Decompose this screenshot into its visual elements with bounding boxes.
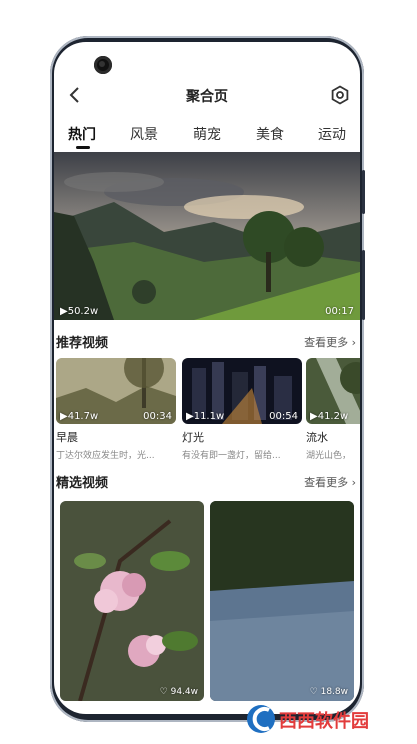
video-thumbnail: ▶11.1w 00:54 <box>182 358 302 424</box>
cherry-blossom-image <box>60 501 204 701</box>
play-icon: ▶ <box>60 411 68 422</box>
section-title: 精选视频 <box>56 476 109 491</box>
page-title: 聚合页 <box>186 89 228 105</box>
front-camera <box>94 56 112 74</box>
recommended-list: ▶41.7w 00:34 早晨 丁达尔效应发生时，光... ▶11.1w 00:… <box>56 358 360 461</box>
video-card[interactable]: ▶11.1w 00:54 灯光 有没有即一盏灯，留给... <box>182 358 302 461</box>
tab-sports[interactable]: 运动 <box>318 124 346 144</box>
tab-hot[interactable]: 热门 <box>68 124 96 144</box>
active-tab-indicator <box>76 146 90 149</box>
section-title: 推荐视频 <box>56 336 109 351</box>
svg-text:西西软件园: 西西软件园 <box>279 710 369 732</box>
play-icon: ▶ <box>60 306 68 317</box>
category-tabs: 热门 风景 萌宠 美食 运动 <box>54 124 360 152</box>
heart-icon: ♡ <box>159 687 168 697</box>
chevron-right-icon: › <box>351 336 356 349</box>
play-icon: ▶ <box>310 411 318 422</box>
card-description: 湖光山色， <box>306 451 352 461</box>
play-icon: ▶ <box>186 411 194 422</box>
app-header: 聚合页 <box>54 82 360 112</box>
tab-food[interactable]: 美食 <box>256 124 284 144</box>
tab-scenery[interactable]: 风景 <box>130 124 158 144</box>
hero-views: ▶50.2w <box>60 306 99 317</box>
card-title: 早晨 <box>56 431 78 444</box>
tab-pets[interactable]: 萌宠 <box>193 124 221 144</box>
likes-count: ♡ 94.4w <box>159 687 198 697</box>
video-card[interactable]: ▶41.2w 流水 湖光山色， <box>306 358 360 461</box>
see-more-link[interactable]: 查看更多 › <box>304 334 356 350</box>
volume-button <box>362 170 365 214</box>
see-more-link[interactable]: 查看更多 › <box>304 474 356 490</box>
video-card[interactable]: ▶41.7w 00:34 早晨 丁达尔效应发生时，光... <box>56 358 176 461</box>
card-description: 丁达尔效应发生时，光... <box>56 451 155 461</box>
video-thumbnail: ▶41.2w <box>306 358 360 424</box>
featured-section-header: 精选视频 查看更多 › <box>54 472 360 492</box>
heart-icon: ♡ <box>309 687 318 697</box>
video-thumbnail: ▶41.7w 00:34 <box>56 358 176 424</box>
featured-video-card[interactable]: ♡ 18.8w <box>210 501 354 701</box>
hero-landscape-image <box>54 152 360 320</box>
hero-video[interactable]: ▶50.2w 00:17 <box>54 152 360 320</box>
card-title: 流水 <box>306 431 328 444</box>
recommended-section-header: 推荐视频 查看更多 › <box>54 332 360 352</box>
featured-video-card[interactable]: ♡ 94.4w <box>60 501 204 701</box>
chevron-right-icon: › <box>351 476 356 489</box>
power-button <box>362 250 365 320</box>
card-description: 有没有即一盏灯，留给... <box>182 451 281 461</box>
lake-forest-image <box>210 501 354 701</box>
hero-duration: 00:17 <box>325 306 354 317</box>
card-title: 灯光 <box>182 431 204 444</box>
watermark-logo: 西西软件园 <box>243 702 403 736</box>
likes-count: ♡ 18.8w <box>309 687 348 697</box>
gear-icon[interactable] <box>330 85 350 105</box>
screen: 聚合页 热门 风景 萌宠 美食 运动 ▶50.2w 00:17 推荐视频 查看更… <box>54 42 360 714</box>
